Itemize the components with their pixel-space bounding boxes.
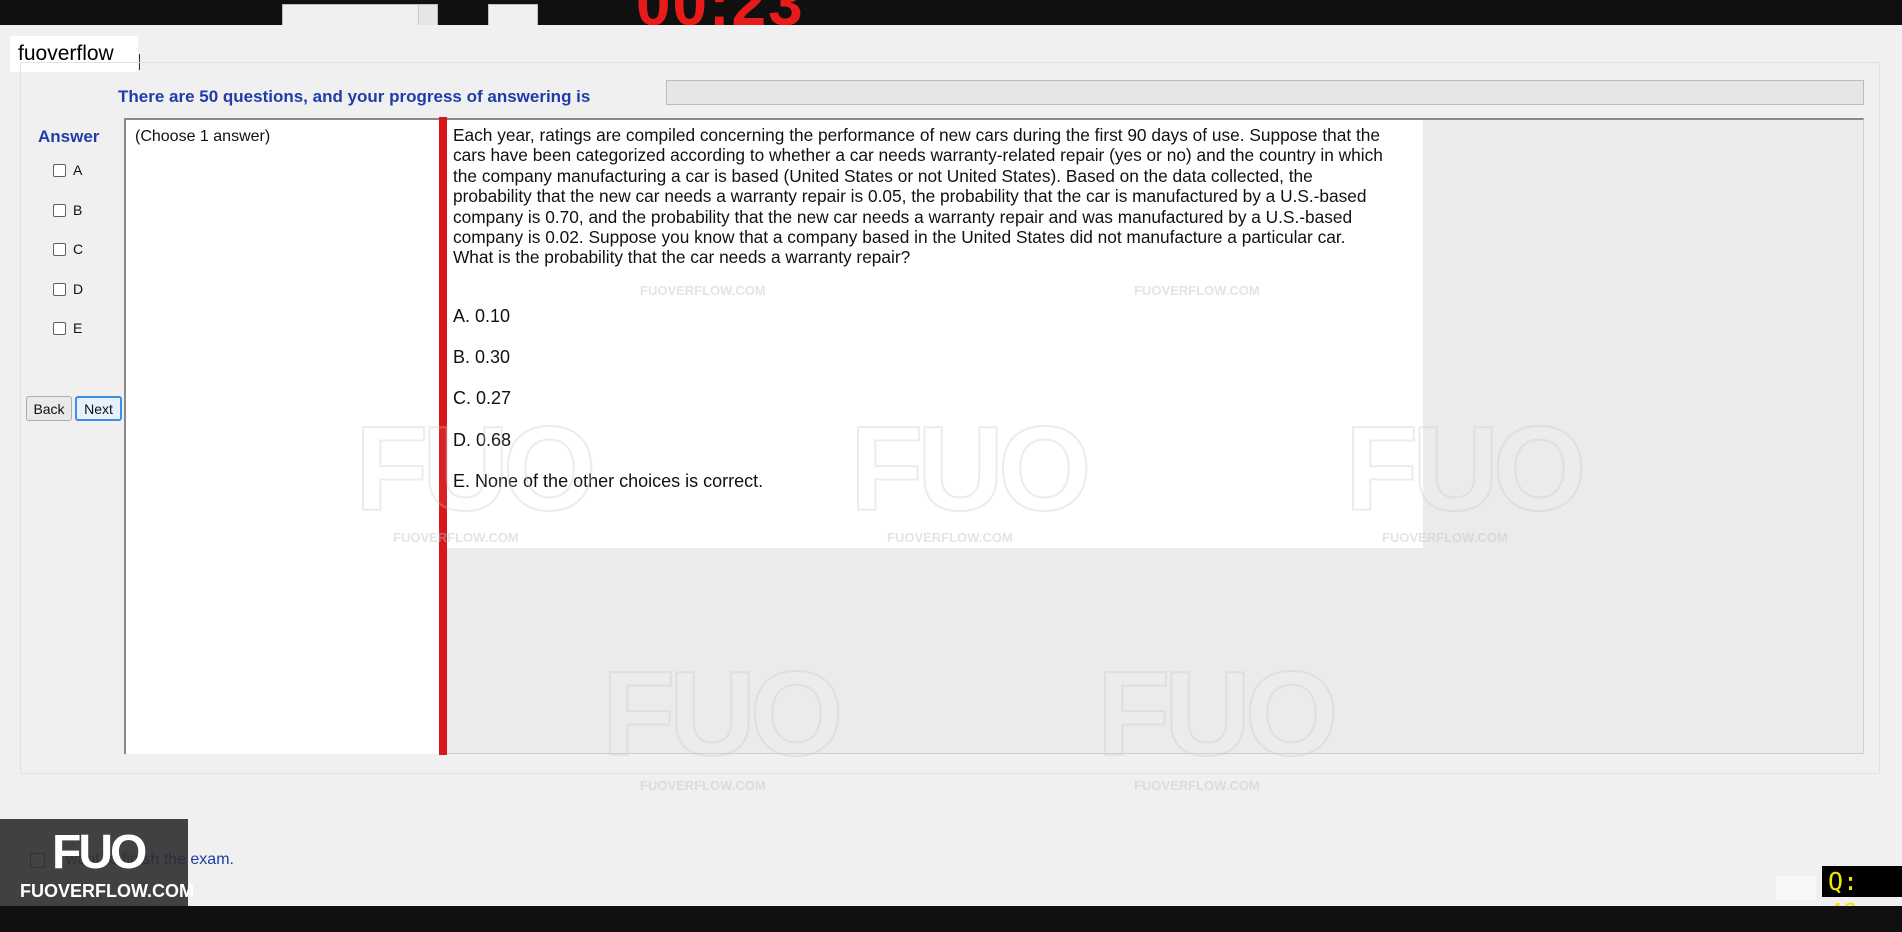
chevron-down-icon[interactable] xyxy=(418,5,437,25)
pane-splitter[interactable] xyxy=(439,117,447,755)
top-toolbar: 00:23 xyxy=(0,0,1902,25)
next-button[interactable]: Next xyxy=(75,396,122,421)
countdown-timer: 00:23 xyxy=(636,0,805,25)
answer-hint-box: (Choose 1 answer) xyxy=(124,118,443,754)
zoom-select[interactable] xyxy=(488,4,538,25)
logo-site: FUOVERFLOW.COM xyxy=(20,881,194,901)
checkbox[interactable] xyxy=(53,203,66,217)
choice-b: B. 0.30 xyxy=(453,347,511,367)
question-content: Each year, ratings are compiled concerni… xyxy=(447,120,1423,548)
choice-d: D. 0.68 xyxy=(453,430,512,450)
answer-option-a[interactable]: A xyxy=(53,161,82,179)
answer-option-b[interactable]: B xyxy=(53,201,82,219)
fuoverflow-logo: FUO FUOVERFLOW.COM xyxy=(0,819,194,907)
checkbox[interactable] xyxy=(53,242,66,256)
answer-option-c[interactable]: C xyxy=(53,240,83,258)
counter-backdrop xyxy=(1776,876,1816,900)
bottom-bar xyxy=(0,906,1902,932)
watermark-site: FUOVERFLOW.COM xyxy=(1134,778,1260,793)
option-label: A xyxy=(73,162,83,178)
font-select[interactable] xyxy=(282,4,438,25)
question-counter: Q: 49 xyxy=(1822,866,1902,927)
checkbox[interactable] xyxy=(53,282,66,296)
watermark-site: FUOVERFLOW.COM xyxy=(640,778,766,793)
logo-mark: FUO xyxy=(52,826,147,879)
option-label: C xyxy=(73,241,84,257)
checkbox[interactable] xyxy=(53,163,66,177)
choice-e: E. None of the other choices is correct. xyxy=(453,471,764,491)
answer-title: Answer xyxy=(38,127,100,146)
question-pane: Each year, ratings are compiled concerni… xyxy=(447,118,1864,754)
choose-hint: (Choose 1 answer) xyxy=(135,128,271,145)
option-label: B xyxy=(73,202,83,218)
progress-label: There are 50 questions, and your progres… xyxy=(118,87,591,106)
back-button[interactable]: Back xyxy=(26,396,72,421)
progress-bar xyxy=(666,80,1864,105)
option-label: E xyxy=(73,320,83,336)
checkbox[interactable] xyxy=(53,321,66,335)
choice-a: A. 0.10 xyxy=(453,306,511,326)
answer-option-d[interactable]: D xyxy=(53,280,83,298)
choice-c: C. 0.27 xyxy=(453,388,512,408)
option-label: D xyxy=(73,281,84,297)
answer-option-e[interactable]: E xyxy=(53,319,82,337)
question-text: Each year, ratings are compiled concerni… xyxy=(453,125,1383,268)
